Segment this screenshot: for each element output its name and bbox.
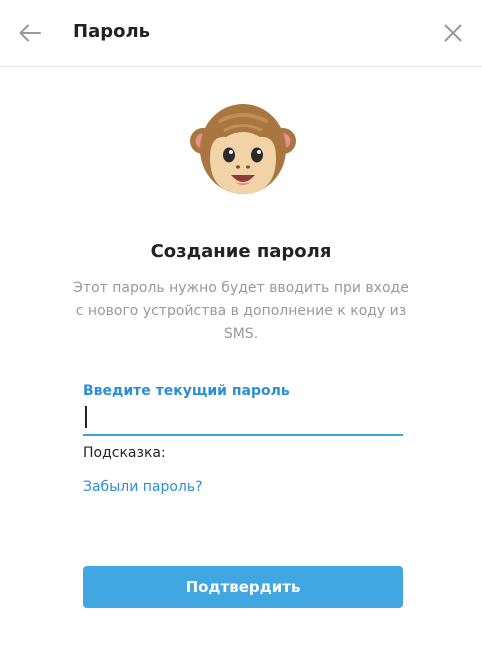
password-input[interactable] — [83, 404, 403, 436]
hint-label: Подсказка: — [83, 445, 166, 461]
back-button[interactable] — [14, 18, 46, 48]
close-icon — [444, 24, 462, 42]
close-button[interactable] — [437, 17, 469, 49]
forgot-password-link[interactable]: Забыли пароль? — [83, 477, 203, 497]
monkey-icon — [190, 104, 296, 194]
arrow-left-icon — [19, 24, 41, 42]
description-text: Этот пароль нужно будет вводить при вход… — [73, 280, 409, 342]
header-bar: Пароль — [0, 0, 482, 67]
password-field-label: Введите текущий пароль — [83, 383, 290, 399]
page-title: Пароль — [73, 21, 151, 42]
confirm-button[interactable]: Подтвердить — [83, 566, 403, 608]
content-title: Создание пароля — [150, 241, 332, 262]
text-caret — [85, 406, 87, 428]
